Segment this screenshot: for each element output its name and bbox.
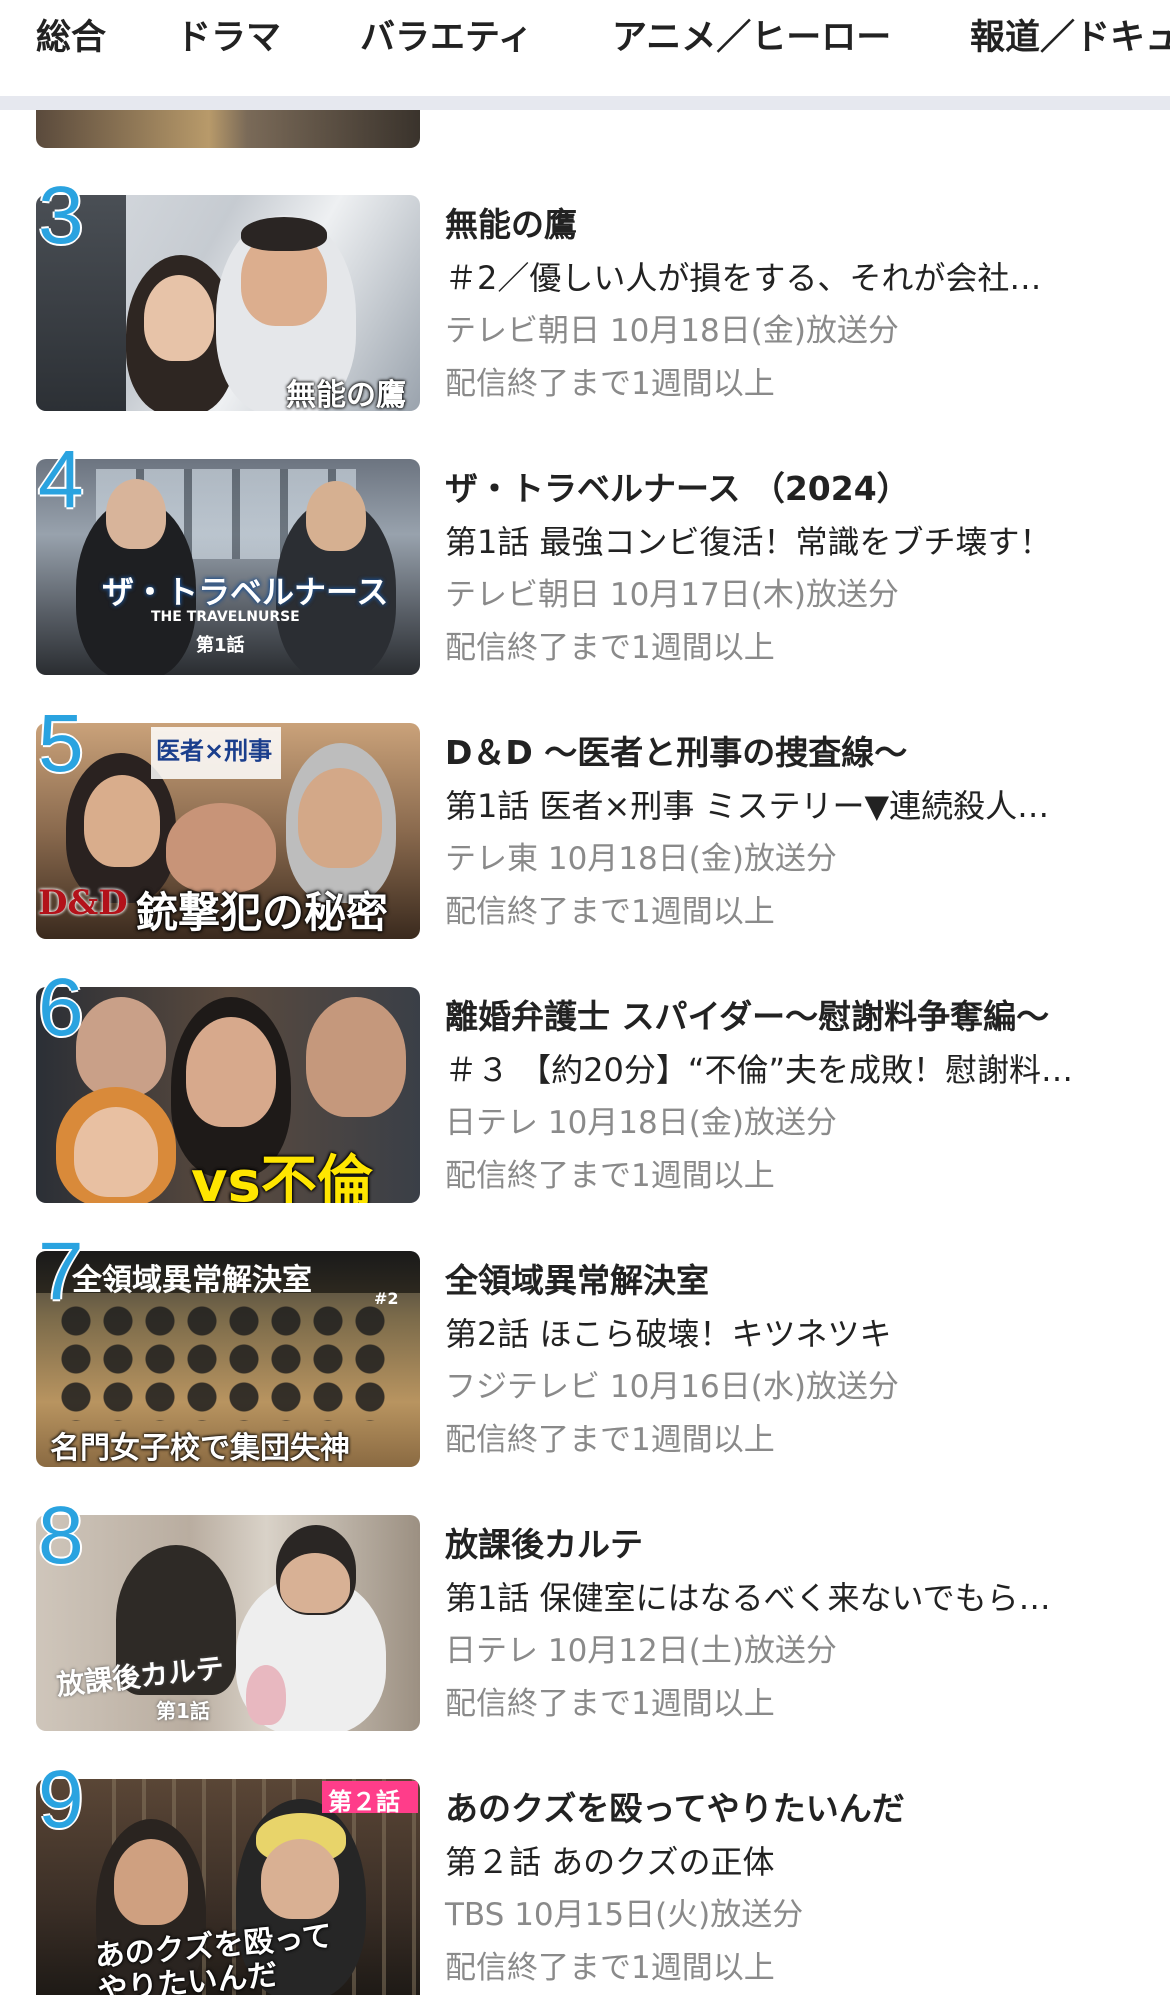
broadcast-info: テレビ朝日 10月18日(金)放送分 [445,313,899,349]
previous-item-thumbnail[interactable] [36,110,420,148]
tab-general[interactable]: 総合 [36,18,106,58]
episode-title: 第1話 医者×刑事 ミステリー▼連続殺人… [445,787,1050,825]
thumbnail-episode: 第２話 [328,1788,400,1816]
list-item[interactable]: 全領域異常解決室 #2 名門女子校で集団失神 7 全領域異常解決室 第2話 ほこ… [0,1231,1170,1469]
program-title[interactable]: 無能の鷹 [445,205,1145,245]
availability-text: 配信終了まで1週間以上 [445,630,775,666]
tab-variety[interactable]: バラエティ [360,18,533,58]
availability-text: 配信終了まで1週間以上 [445,366,775,402]
list-item[interactable]: vs不倫 6 離婚弁護士 スパイダー～慰謝料争奪編～ ＃３ 【約20分】“不倫”… [0,967,1170,1205]
availability-text: 配信終了まで1週間以上 [445,1422,775,1458]
broadcast-info: テレビ朝日 10月17日(木)放送分 [445,577,899,613]
rank-number: 8 [38,1490,84,1581]
thumbnail-top-caption: 全領域異常解決室 [72,1263,312,1298]
episode-title: 第1話 保健室にはなるべく来ないでもら… [445,1579,1051,1617]
thumbnail-top-caption: 医者×刑事 [156,737,273,765]
thumbnail-subcaption: THE TRAVELNURSE [151,609,300,625]
tab-news-documentary[interactable]: 報道／ドキュ [970,18,1170,58]
broadcast-info: 日テレ 10月12日(土)放送分 [445,1633,837,1669]
broadcast-info: フジテレビ 10月16日(水)放送分 [445,1369,899,1405]
broadcast-info: テレ東 10月18日(金)放送分 [445,841,837,877]
tab-drama[interactable]: ドラマ [176,18,281,58]
thumbnail-episode: 第1話 [156,1699,210,1723]
episode-title: 第2話 ほこら破壊！キツネツキ [445,1315,892,1353]
broadcast-info: TBS 10月15日(火)放送分 [445,1897,804,1933]
episode-title: 第1話 最強コンビ復活！常識をブチ壊す！ [445,523,1052,561]
broadcast-info: 日テレ 10月18日(金)放送分 [445,1105,837,1141]
availability-text: 配信終了まで1週間以上 [445,1158,775,1194]
rank-number: 7 [38,1226,84,1317]
thumbnail-episode: #2 [374,1289,399,1308]
availability-text: 配信終了まで1週間以上 [445,1950,775,1986]
episode-title: 第２話 あのクズの正体 [445,1843,775,1881]
program-title[interactable]: ザ・トラベルナース （2024） [445,469,1145,509]
thumbnail-episode: 第1話 [196,635,245,656]
thumbnail-caption: vs不倫 [191,1150,373,1203]
thumbnail-caption: 名門女子校で集団失神 [50,1431,350,1466]
thumbnail-caption: 無能の鷹 [286,378,406,411]
thumbnail-logo: D&D [38,883,128,923]
availability-text: 配信終了まで1週間以上 [445,894,775,930]
list-item[interactable]: 放課後カルテ 第1話 8 放課後カルテ 第1話 保健室にはなるべく来ないでもら…… [0,1495,1170,1733]
episode-title: ＃３ 【約20分】“不倫”夫を成敗！慰謝料… [445,1051,1074,1089]
thumbnail-caption: 銃撃犯の秘密 [136,888,389,937]
program-title[interactable]: あのクズを殴ってやりたいんだ [445,1789,1145,1829]
list-item[interactable]: 第２話 あのクズを殴って やりたいんだ 9 あのクズを殴ってやりたいんだ 第２話… [0,1759,1170,1997]
program-title[interactable]: 離婚弁護士 スパイダー～慰謝料争奪編～ [445,997,1145,1037]
rank-number: 6 [38,962,84,1053]
rank-number: 4 [38,434,84,525]
availability-text: 配信終了まで1週間以上 [445,1686,775,1722]
rank-number: 5 [38,698,84,789]
program-title[interactable]: 全領域異常解決室 [445,1261,1145,1301]
rank-number: 3 [38,170,84,261]
active-tab-indicator [144,96,324,110]
episode-title: ＃2／優しい人が損をする、それが会社… [445,259,1042,297]
tab-anime-hero[interactable]: アニメ／ヒーロー [612,18,891,58]
program-title[interactable]: D＆D ～医者と刑事の捜査線～ [445,733,1145,773]
rank-number: 9 [38,1754,84,1845]
category-tab-bar: 総合 ドラマ バラエティ アニメ／ヒーロー 報道／ドキュ [0,0,1170,110]
list-item[interactable]: 無能の鷹 3 無能の鷹 ＃2／優しい人が損をする、それが会社… テレビ朝日 10… [0,175,1170,413]
list-item[interactable]: ザ・トラベルナース THE TRAVELNURSE 第1話 4 ザ・トラベルナー… [0,439,1170,677]
thumbnail-caption: ザ・トラベルナース [102,573,389,611]
program-title[interactable]: 放課後カルテ [445,1525,1145,1565]
list-item[interactable]: 医者×刑事 D&D 銃撃犯の秘密 5 D＆D ～医者と刑事の捜査線～ 第1話 医… [0,703,1170,941]
